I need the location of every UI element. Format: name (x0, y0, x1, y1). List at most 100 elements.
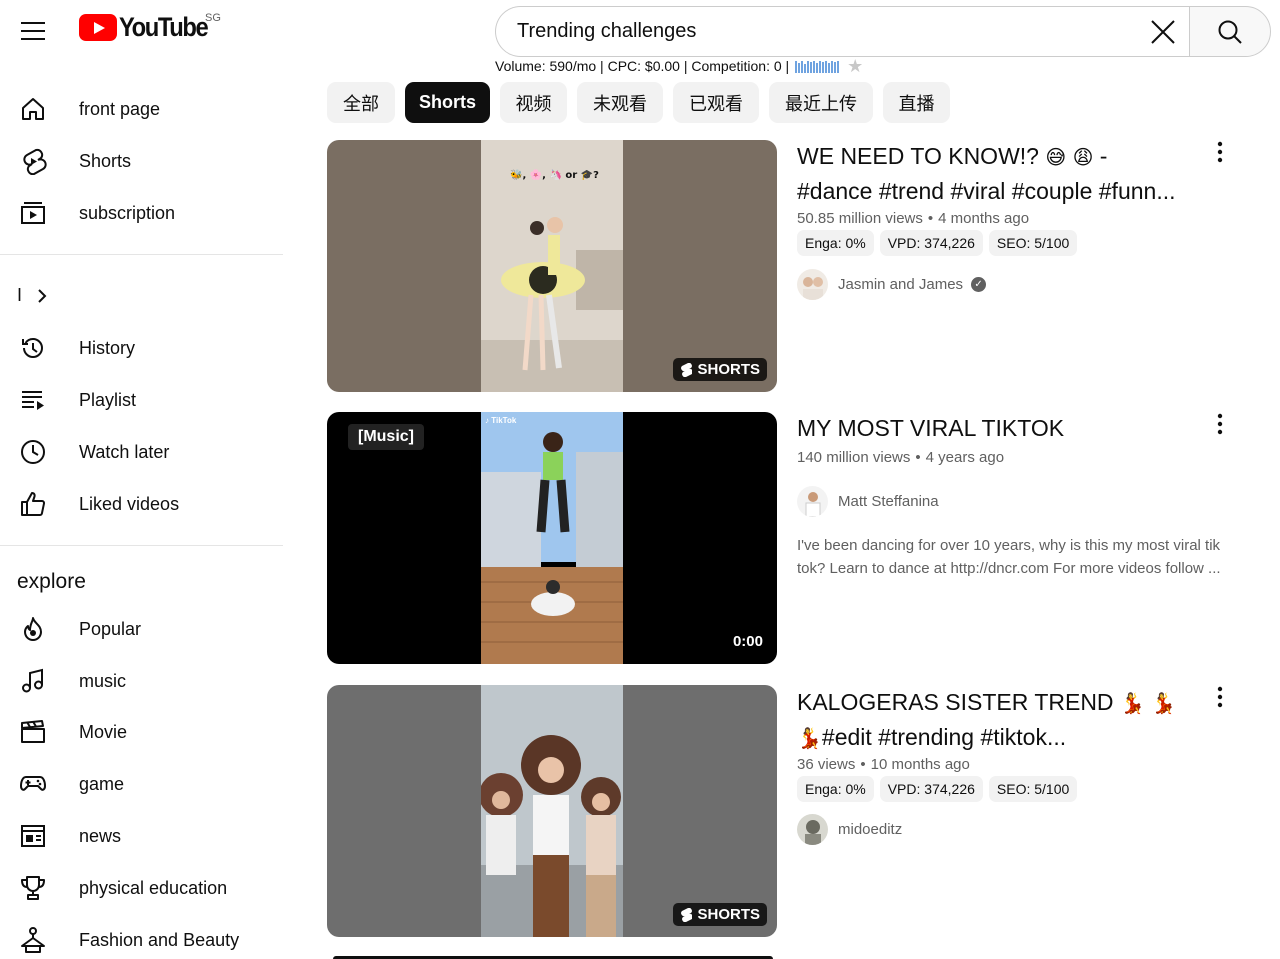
chip-all[interactable]: 全部 (327, 82, 395, 123)
upload-age: 10 months ago (870, 756, 970, 773)
newspaper-icon (18, 821, 48, 851)
duration-badge: 0:00 (732, 633, 763, 650)
sidebar-item-label: Fashion and Beauty (79, 929, 240, 950)
sidebar-item-label: Movie (79, 721, 128, 742)
channel-name: midoeditz (838, 821, 903, 838)
youtube-logo[interactable]: YouTube (79, 12, 219, 43)
search-button[interactable] (1189, 6, 1271, 57)
sidebar-item-label: game (79, 773, 125, 794)
video-thumbnail[interactable]: 🐝, 🌸, 🦄 or 🎓? SHORTS (327, 140, 777, 392)
video-title[interactable]: MY MOST VIRAL TIKTOK (797, 411, 1187, 445)
home-icon (18, 94, 48, 124)
title-emoji: 💃 (797, 726, 822, 750)
music-caption-badge: [Music] (348, 424, 424, 450)
more-actions-button[interactable] (1206, 410, 1234, 438)
title-emoji: 😅 😩 (1045, 145, 1094, 169)
engagement-pill: Enga: 0% (797, 230, 874, 256)
upload-age: 4 months ago (938, 210, 1030, 227)
verified-icon: ✓ (971, 277, 987, 292)
more-actions-button[interactable] (1206, 138, 1234, 166)
video-thumbnail[interactable]: ♪ TikTok [Music] 0:00 (327, 412, 777, 664)
chip-recently-uploaded[interactable]: 最近上传 (769, 82, 873, 123)
sidebar-item-gaming[interactable]: game (0, 758, 283, 810)
avatar (797, 814, 828, 845)
video-title[interactable]: KALOGERAS SISTER TREND 💃 💃 💃#edit #trend… (797, 685, 1187, 755)
sidebar-item-movies[interactable]: Movie (0, 706, 283, 758)
sidebar-item-sports[interactable]: physical education (0, 862, 283, 914)
sidebar-item-music[interactable]: music (0, 655, 283, 707)
thumbnail-image (479, 685, 623, 937)
shorts-icon (681, 907, 693, 922)
thumbs-up-icon (18, 489, 48, 519)
menu-button[interactable] (14, 14, 52, 48)
sidebar-divider (0, 254, 283, 255)
clock-icon (18, 437, 48, 467)
sidebar-item-label: news (79, 825, 122, 846)
gamepad-icon (18, 769, 48, 799)
view-count: 50.85 million views (797, 210, 923, 227)
subscriptions-icon (18, 198, 48, 228)
vpd-pill: VPD: 374,226 (879, 230, 983, 256)
video-description: I've been dancing for over 10 years, why… (797, 537, 1221, 577)
seo-pills: Enga: 0% VPD: 374,226 SEO: 5/100 (797, 230, 1078, 256)
search-bar (495, 6, 1271, 57)
channel-link[interactable]: Matt Steffanina (797, 486, 939, 517)
youtube-play-icon (79, 14, 117, 41)
sidebar-item-home[interactable]: front page (0, 83, 283, 135)
chip-watched[interactable]: 已观看 (673, 82, 759, 123)
video-thumbnail[interactable]: SHORTS (327, 685, 777, 937)
video-title-tail: - (1093, 143, 1108, 169)
title-emoji: 💃 💃 (1119, 691, 1177, 715)
channel-link[interactable]: Jasmin and James ✓ (797, 269, 987, 300)
sidebar-item-popular[interactable]: Popular (0, 603, 283, 655)
search-input[interactable] (517, 20, 1117, 43)
seo-stats-text: Volume: 590/mo | CPC: $0.00 | Competitio… (495, 58, 790, 74)
clapperboard-icon (18, 717, 48, 747)
chip-unwatched[interactable]: 未观看 (577, 82, 663, 123)
chip-live[interactable]: 直播 (883, 82, 950, 123)
video-title-text: KALOGERAS SISTER TREND (797, 689, 1120, 715)
shorts-badge: SHORTS (673, 903, 767, 926)
video-title[interactable]: WE NEED TO KNOW!? 😅 😩 - #dance #trend #v… (797, 139, 1187, 208)
sidebar-item-liked-videos[interactable]: Liked videos (0, 478, 283, 530)
avatar (797, 269, 828, 300)
tiktok-watermark: ♪ TikTok (485, 416, 517, 425)
more-vert-icon (1217, 686, 1223, 708)
sidebar-item-label: Watch later (79, 441, 170, 462)
more-vert-icon (1217, 413, 1223, 435)
video-meta: 50.85 million views • 4 months ago (797, 210, 1030, 227)
video-title-text: WE NEED TO KNOW!? (797, 143, 1046, 169)
chevron-right-icon (38, 288, 47, 303)
chip-shorts[interactable]: Shorts (405, 82, 490, 123)
sidebar-item-label: Playlist (79, 389, 137, 410)
seo-score-pill: SEO: 5/100 (988, 230, 1078, 256)
sidebar-item-playlist[interactable]: Playlist (0, 374, 283, 426)
video-title-hashtags: #dance #trend #viral #couple #funn... (797, 178, 1176, 204)
vpd-pill: VPD: 374,226 (879, 776, 983, 802)
view-count: 36 views (797, 756, 856, 773)
star-icon[interactable]: ★ (847, 57, 863, 75)
sidebar-item-subscriptions[interactable]: subscription (0, 187, 283, 239)
sidebar-item-history[interactable]: History (0, 322, 283, 374)
seo-score-pill: SEO: 5/100 (988, 776, 1078, 802)
tiktok-label: TikTok (491, 416, 517, 425)
chip-videos[interactable]: 视频 (500, 82, 567, 123)
sidebar-item-shorts[interactable]: Shorts (0, 135, 283, 187)
clear-search-button[interactable] (1145, 14, 1181, 50)
thumbnail-image (481, 412, 623, 664)
engagement-pill: Enga: 0% (797, 776, 874, 802)
channel-link[interactable]: midoeditz (797, 814, 902, 845)
avatar (797, 486, 828, 517)
bars-icon (795, 59, 840, 73)
sidebar-item-news[interactable]: news (0, 810, 283, 862)
more-actions-button[interactable] (1206, 683, 1234, 711)
sidebar-item-label: physical education (79, 877, 228, 898)
sidebar-item-fashion[interactable]: Fashion and Beauty (0, 914, 283, 959)
sidebar-item-label: History (79, 337, 136, 358)
sidebar-you-link[interactable]: I (17, 285, 48, 306)
sidebar-item-label: Liked videos (79, 493, 180, 514)
hanger-icon (18, 925, 48, 955)
shorts-badge-label: SHORTS (697, 361, 760, 378)
sidebar-item-watch-later[interactable]: Watch later (0, 426, 283, 478)
hamburger-icon (21, 22, 45, 40)
